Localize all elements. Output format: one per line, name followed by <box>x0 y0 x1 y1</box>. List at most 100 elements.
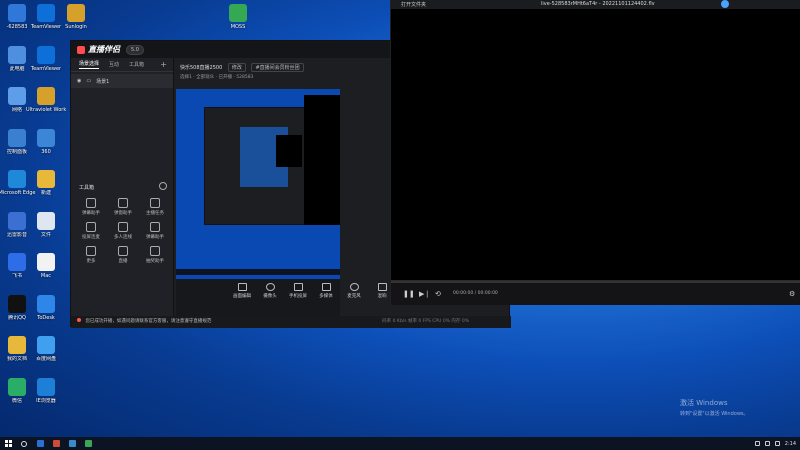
tool-item[interactable]: 投屏连麦 <box>75 222 107 240</box>
baidu-cloud-icon <box>37 336 55 354</box>
multimedia-button[interactable]: 多媒体 <box>315 283 337 299</box>
network-icon[interactable] <box>754 441 760 446</box>
desktop-icon[interactable]: 新建 <box>26 170 66 210</box>
tool-label: 弹窗助手 <box>114 211 132 216</box>
open-folder-button[interactable]: 打开文件夹 <box>401 1 426 8</box>
tool-icon <box>86 198 96 208</box>
tool-icon <box>118 246 128 256</box>
taskbar: 2:14 <box>0 437 800 450</box>
tool-icon <box>118 198 128 208</box>
taskbar-app-icon[interactable] <box>48 437 64 450</box>
start-button[interactable] <box>0 437 16 450</box>
tool-item[interactable]: 抽奖助手 <box>139 246 171 264</box>
progress-slider[interactable] <box>391 281 800 283</box>
tab-interact[interactable]: 互动 <box>109 61 119 68</box>
desktop-icon[interactable]: 百度网盘 <box>26 336 66 376</box>
next-icon[interactable]: ▶❘ <box>419 290 430 298</box>
tool-label: 弹幕助手 <box>146 235 164 240</box>
player-filename: live-528583rMHt6aT4r - 20221101124402.fl… <box>541 1 655 7</box>
video-player-window: 打开文件夹 live-528583rMHt6aT4r - 20221101124… <box>390 0 800 305</box>
pin-icon[interactable] <box>721 0 729 8</box>
tool-icon <box>118 222 128 232</box>
desktop-icon[interactable]: Sunlogin <box>56 4 96 44</box>
toolbox-grid: 弹幕助手 弹窗助手 主播任务 投屏连麦 多人连线 弹幕助手 更多 直播 抽奖助手 <box>75 198 173 264</box>
tool-label: 主播任务 <box>146 211 164 216</box>
left-tabs: 场景选择 互动 工具箱 + <box>71 58 173 72</box>
eye-icon[interactable]: ◉ <box>77 78 81 84</box>
app-brand: 直播伴侣 <box>77 44 120 55</box>
phone-cast-button[interactable]: 手机投屏 <box>287 283 309 299</box>
tool-item[interactable]: 更多 <box>75 246 107 264</box>
playback-time: 00:00:00 / 00:00:00 <box>453 291 498 296</box>
workstation-icon <box>37 87 55 105</box>
screen-edit-button[interactable]: 画面编辑 <box>231 283 253 299</box>
ime-icon[interactable] <box>774 441 780 446</box>
tool-label: 更多 <box>86 259 96 264</box>
teamviewer-icon <box>37 45 55 64</box>
mac-icon <box>37 253 55 271</box>
computer-icon <box>8 45 26 64</box>
clock[interactable]: 2:14 <box>785 441 796 447</box>
notice-bar: 您已成功开播，如遇问题请联系官方客服，请注意遵守直播规范 码率 0 Kb/s 帧… <box>71 316 511 328</box>
tool-item[interactable]: 弹窗助手 <box>107 198 139 216</box>
folder-icon: ▭ <box>86 78 92 84</box>
tool-item[interactable]: 多人连线 <box>107 222 139 240</box>
taskbar-apps <box>32 437 96 450</box>
tool-item[interactable]: 主播任务 <box>139 198 171 216</box>
tab-scenes[interactable]: 场景选择 <box>79 60 100 69</box>
app-brand-name: 直播伴侣 <box>88 45 120 54</box>
settings-icon[interactable]: ⚙ <box>789 290 795 298</box>
control-panel-icon <box>8 128 26 147</box>
desktop-icon[interactable]: MOSS <box>218 4 258 44</box>
desktop-icon[interactable]: 360 <box>26 128 66 169</box>
desktop-icon[interactable]: Mac <box>26 253 66 293</box>
toolbox-settings-icon[interactable] <box>159 182 167 190</box>
tool-label: 抽奖助手 <box>146 259 164 264</box>
microphone-button[interactable]: 麦克风 <box>343 283 365 299</box>
desktop-icon-label: 新建 <box>40 190 51 196</box>
room-title-row: 快乐508直播2500 修改 #直播间会员粉丝团 <box>180 63 304 72</box>
desktop-icon[interactable]: TeamViewer <box>26 45 66 86</box>
fan-group-chip[interactable]: #直播间会员粉丝团 <box>251 63 304 72</box>
room-title: 快乐508直播2500 <box>180 65 223 71</box>
package-icon <box>67 4 85 22</box>
brand-logo-icon <box>77 45 85 54</box>
edge-icon <box>8 170 26 188</box>
browser-icon <box>37 128 55 147</box>
desktop-icon-label: 百度网盘 <box>35 356 56 362</box>
repeat-icon[interactable]: ⟲ <box>435 290 441 298</box>
tool-icon <box>150 246 160 256</box>
taskbar-app-icon[interactable] <box>64 437 80 450</box>
desktop-icon-label: MOSS <box>230 24 246 30</box>
pause-icon[interactable]: ❚❚ <box>403 290 415 298</box>
tool-icon <box>150 222 160 232</box>
desktop-icon-label: Ultraviolet Workstation <box>26 107 66 113</box>
camera-button[interactable]: 摄像头 <box>259 283 281 299</box>
tool-item[interactable]: 直播 <box>107 246 139 264</box>
desktop-icon[interactable]: ToDesk <box>26 294 66 335</box>
qr-app-icon <box>8 4 26 22</box>
ie-icon <box>37 377 55 396</box>
stream-stats: 码率 0 Kb/s 帧率 0 FPS CPU 0% 内存 0% <box>382 319 469 324</box>
tab-tools[interactable]: 工具箱 <box>129 61 144 68</box>
live-preview[interactable] <box>176 89 340 279</box>
search-icon[interactable] <box>16 437 32 450</box>
home-app-icon <box>229 4 247 22</box>
desktop-icon[interactable]: IE浏览器 <box>26 377 66 418</box>
desktop-icon-label: Sunlogin <box>65 24 87 30</box>
notice-icon <box>77 318 81 322</box>
taskbar-app-icon[interactable] <box>32 437 48 450</box>
tool-item[interactable]: 弹幕助手 <box>139 222 171 240</box>
taskbar-app-icon[interactable] <box>80 437 96 450</box>
desktop-icon[interactable]: Ultraviolet Workstation <box>26 87 66 127</box>
tool-item[interactable]: 弹幕助手 <box>75 198 107 216</box>
version-badge[interactable]: 5.0 <box>126 44 144 55</box>
teamviewer-icon <box>37 4 55 22</box>
scene-item[interactable]: ◉ ▭ 场景1 <box>71 74 173 88</box>
edit-room-button[interactable]: 修改 <box>227 63 246 72</box>
desktop-icon-label: IE浏览器 <box>36 397 56 404</box>
desktop-icon[interactable]: 文件 <box>26 211 66 252</box>
todesk-icon <box>37 294 55 313</box>
volume-icon[interactable] <box>764 441 770 446</box>
add-scene-icon[interactable]: + <box>160 60 167 69</box>
